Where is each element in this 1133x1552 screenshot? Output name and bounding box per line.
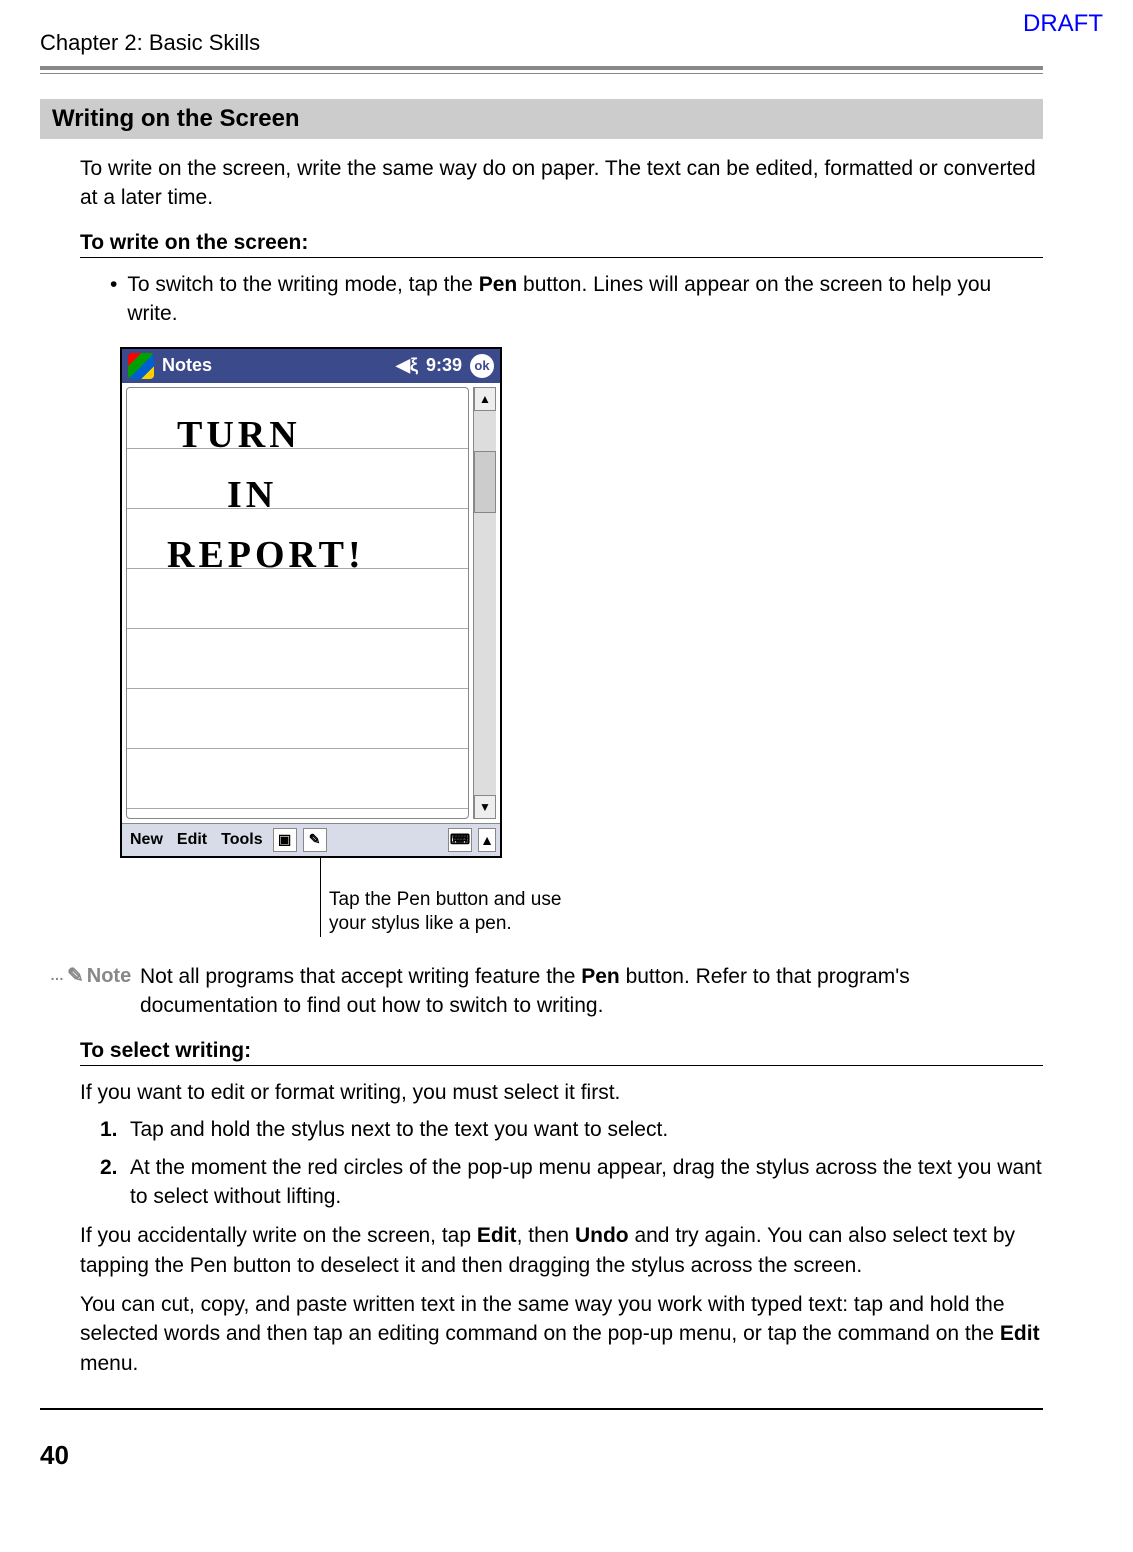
sub-rule-1: [80, 257, 1043, 258]
device-titlebar: Notes ◀ξ 9:39 ok: [122, 349, 500, 383]
scroll-down-button[interactable]: ▼: [474, 795, 496, 819]
step-2-text: At the moment the red circles of the pop…: [130, 1153, 1043, 1212]
draft-watermark: DRAFT: [1023, 10, 1103, 38]
select-para-3: You can cut, copy, and paste written tex…: [80, 1290, 1043, 1378]
footer-rule: [40, 1408, 1043, 1410]
start-icon[interactable]: [128, 353, 154, 379]
page-number: 40: [40, 1440, 1043, 1471]
speaker-icon[interactable]: ◀ξ: [396, 355, 418, 376]
note-text-bold: Pen: [581, 965, 620, 988]
ok-button[interactable]: ok: [470, 354, 494, 378]
select-heading: To select writing:: [80, 1039, 1043, 1063]
bullet-text-bold: Pen: [479, 273, 518, 296]
device-screenshot: Notes ◀ξ 9:39 ok TURN IN REPORT!: [120, 347, 500, 858]
keyboard-icon[interactable]: ⌨: [448, 828, 472, 852]
chapter-title: Chapter 2: Basic Skills: [40, 20, 1043, 56]
select-intro: If you want to edit or format writing, y…: [80, 1078, 1043, 1107]
bullet-text-pre: To switch to the writing mode, tap the: [127, 273, 478, 296]
pen-icon[interactable]: ✎: [303, 828, 327, 852]
device-bottombar: New Edit Tools ▣ ✎ ⌨ ▲: [122, 823, 500, 856]
header-rule: [40, 66, 1043, 74]
scrollbar[interactable]: ▲ ▼: [473, 387, 496, 819]
writing-canvas[interactable]: TURN IN REPORT!: [126, 387, 469, 819]
step-2: 2. At the moment the red circles of the …: [100, 1153, 1043, 1212]
menu-edit[interactable]: Edit: [173, 831, 211, 849]
menu-tools[interactable]: Tools: [217, 831, 266, 849]
handwriting-line-2: IN: [227, 473, 277, 517]
step-2-num: 2.: [100, 1153, 130, 1212]
handwriting-line-3: REPORT!: [167, 533, 365, 577]
section-intro: To write on the screen, write the same w…: [80, 154, 1043, 213]
callout-line-2: your stylus like a pen.: [329, 913, 512, 934]
scroll-up-button[interactable]: ▲: [474, 387, 496, 411]
note-icon: …✎ Note: [50, 962, 140, 1021]
sip-up-icon[interactable]: ▲: [478, 828, 496, 852]
write-heading: To write on the screen:: [80, 231, 1043, 255]
note-block: …✎ Note Not all programs that accept wri…: [50, 962, 1043, 1021]
step-1-num: 1.: [100, 1115, 130, 1144]
menu-new[interactable]: New: [126, 831, 167, 849]
step-1-text: Tap and hold the stylus next to the text…: [130, 1115, 668, 1144]
note-text-pre: Not all programs that accept writing fea…: [140, 965, 581, 988]
bullet-icon: •: [110, 270, 117, 329]
handwriting-line-1: TURN: [177, 413, 301, 457]
note-label: Note: [87, 962, 131, 990]
select-para-2: If you accidentally write on the screen,…: [80, 1221, 1043, 1280]
app-title: Notes: [162, 355, 212, 376]
step-1: 1. Tap and hold the stylus next to the t…: [100, 1115, 1043, 1144]
clock: 9:39: [426, 355, 462, 376]
scroll-thumb[interactable]: [474, 451, 496, 513]
sub-rule-2: [80, 1065, 1043, 1066]
callout-line-1: Tap the Pen button and use: [329, 889, 561, 910]
section-heading: Writing on the Screen: [40, 99, 1043, 139]
callout: Tap the Pen button and use your stylus l…: [120, 868, 1043, 952]
write-bullet: • To switch to the writing mode, tap the…: [110, 270, 1043, 329]
record-icon[interactable]: ▣: [273, 828, 297, 852]
